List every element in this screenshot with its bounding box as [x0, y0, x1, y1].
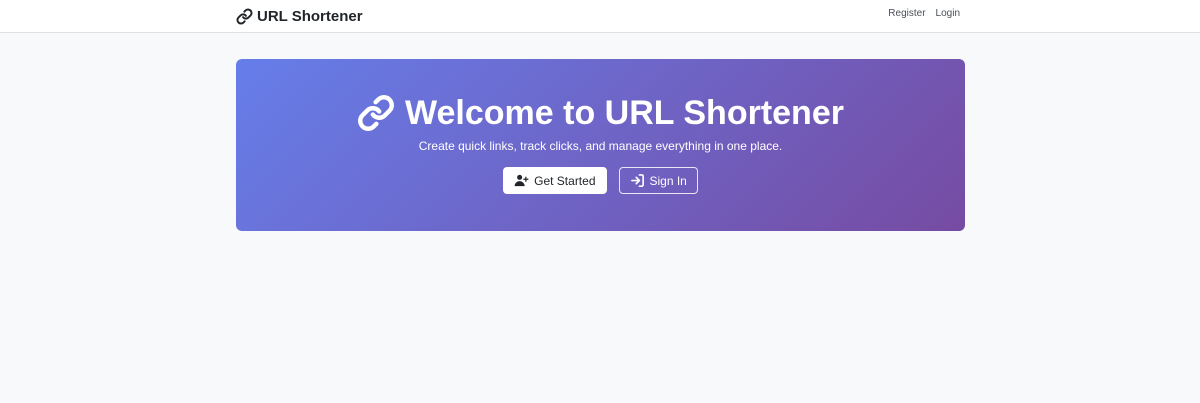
nav-register-link[interactable]: Register — [888, 8, 925, 19]
hero-banner: Welcome to URL Shortener Create quick li… — [236, 59, 965, 231]
navbar: URL Shortener Register Login — [0, 0, 1200, 33]
brand-label: URL Shortener — [257, 7, 363, 25]
hero-title: Welcome to URL Shortener — [236, 93, 965, 133]
sign-in-icon — [630, 173, 645, 188]
brand-link[interactable]: URL Shortener — [236, 5, 363, 27]
link-icon — [357, 94, 395, 132]
sign-in-label: Sign In — [649, 173, 687, 188]
hero-subtitle: Create quick links, track clicks, and ma… — [418, 139, 783, 153]
sign-in-button[interactable]: Sign In — [618, 167, 698, 194]
user-plus-icon — [514, 173, 529, 188]
get-started-button[interactable]: Get Started — [503, 167, 607, 194]
link-icon — [236, 7, 253, 25]
nav-login-link[interactable]: Login — [936, 8, 960, 19]
hero-actions: Get Started Sign In — [236, 167, 965, 194]
nav-links: Register Login — [888, 8, 960, 19]
hero-title-text: Welcome to URL Shortener — [405, 94, 844, 132]
get-started-label: Get Started — [534, 173, 596, 188]
